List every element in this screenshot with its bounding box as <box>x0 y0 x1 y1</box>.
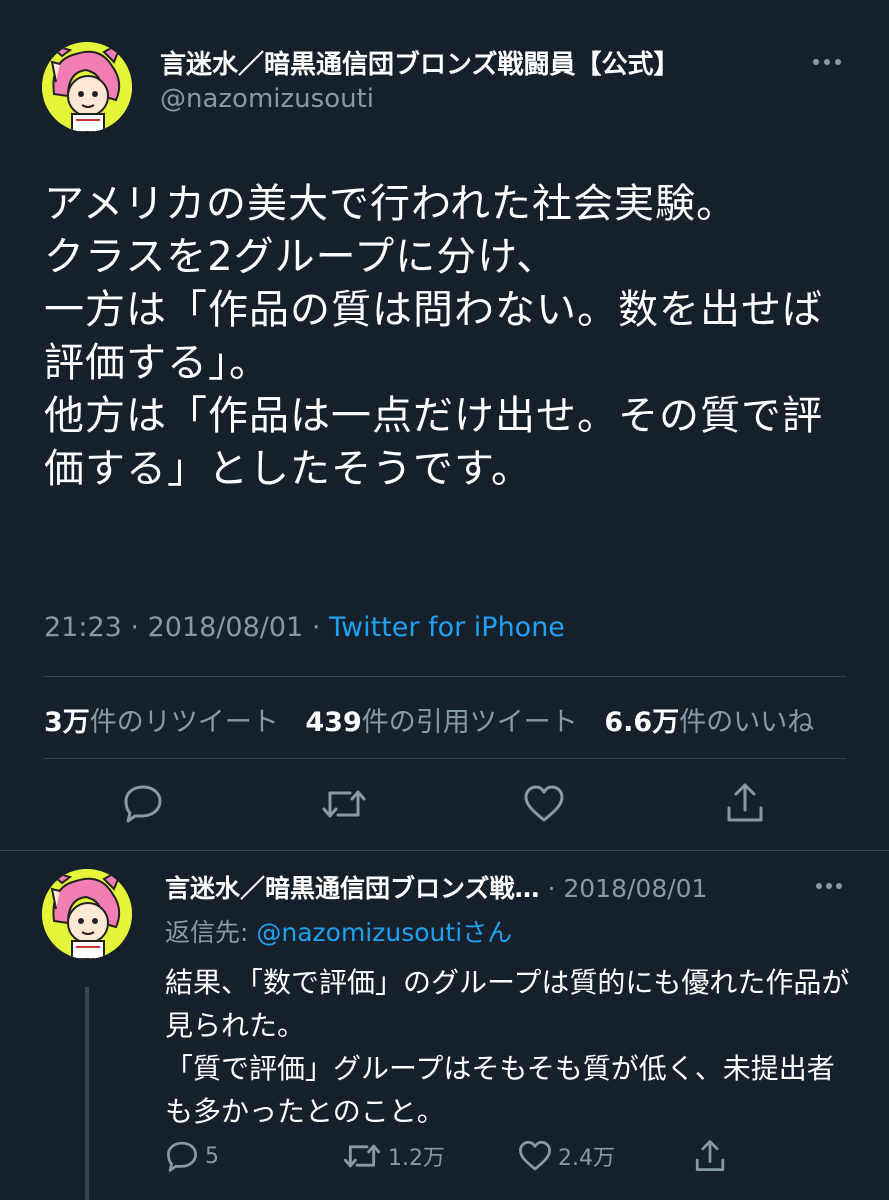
share-icon[interactable] <box>725 782 765 828</box>
retweet-count: 1.2万 <box>388 1146 445 1171</box>
reply-to-label: 返信先: <box>165 918 257 947</box>
author-handle[interactable]: @nazomizusouti <box>160 84 374 114</box>
like-count: 2.4万 <box>558 1146 615 1171</box>
reply-header: 言迷水／暗黒通信団ブロンズ戦… · 2018/08/01 <box>165 869 707 905</box>
author-name[interactable]: 言迷水／暗黒通信団ブロンズ戦闘員【公式】 <box>160 44 679 81</box>
more-horizontal-icon[interactable] <box>813 875 845 897</box>
retweet-icon <box>343 1144 381 1168</box>
author-avatar[interactable] <box>42 42 132 132</box>
thread-line <box>85 987 89 1200</box>
avatar-illustration <box>42 869 132 959</box>
reply-text: 結果、「数で評価」のグループは質的にも優れた作品が見られた。 「質で評価」グルー… <box>165 966 850 1128</box>
reply-share-button[interactable] <box>694 1139 732 1173</box>
quotes-count: 439 <box>305 707 362 738</box>
reply-to-line: 返信先: @nazomizusoutiさん <box>165 913 512 949</box>
retweet-icon[interactable] <box>320 785 368 827</box>
tweet-stats: 3万件のリツイート 439件の引用ツイート 6.6万件のいいね <box>44 700 832 739</box>
tweet-time[interactable]: 21:23 <box>44 612 122 643</box>
tweet-meta: 21:23 · 2018/08/01 · Twitter for iPhone <box>44 612 565 643</box>
reply-icon[interactable] <box>122 783 164 827</box>
reply-reply-button[interactable]: 5 <box>165 1139 219 1173</box>
reply-icon <box>167 1141 197 1172</box>
meta-separator: · <box>311 612 321 643</box>
likes-count: 6.6万 <box>604 707 680 738</box>
retweets-label: 件のリツイート <box>89 707 279 738</box>
tweet-source-link[interactable]: Twitter for iPhone <box>329 612 565 643</box>
tweet-date[interactable]: 2018/08/01 <box>148 612 304 643</box>
quotes-stat[interactable]: 439件の引用ツイート <box>305 707 577 738</box>
reply-to-suffix: さん <box>462 918 513 947</box>
quotes-label: 件の引用ツイート <box>361 707 578 738</box>
meta-separator: · <box>130 612 139 643</box>
main-tweet: 言迷水／暗黒通信団ブロンズ戦闘員【公式】 @nazomizusouti アメリカ… <box>0 0 889 850</box>
reply-date[interactable]: · 2018/08/01 <box>547 874 707 903</box>
reply-to-handle[interactable]: @nazomizusouti <box>256 918 462 947</box>
share-icon <box>695 1140 725 1171</box>
tweet-text: アメリカの美大で行われた社会実験。 クラスを2グループに分け、 一方は「作品の質… <box>44 181 823 492</box>
heart-icon[interactable] <box>523 785 565 827</box>
reply-author-avatar[interactable] <box>42 869 132 959</box>
more-horizontal-icon[interactable] <box>809 50 845 74</box>
retweets-stat[interactable]: 3万件のリツイート <box>44 707 279 738</box>
likes-label: 件のいいね <box>679 707 815 738</box>
likes-stat[interactable]: 6.6万件のいいね <box>604 707 814 738</box>
reply-count: 5 <box>205 1143 219 1169</box>
reply-retweet-button[interactable]: 1.2万 <box>342 1139 445 1173</box>
divider <box>44 758 846 759</box>
reply-tweet[interactable]: 言迷水／暗黒通信団ブロンズ戦… · 2018/08/01 返信先: @nazom… <box>0 851 889 1200</box>
reply-like-button[interactable]: 2.4万 <box>518 1139 615 1173</box>
heart-icon <box>519 1140 551 1171</box>
retweets-count: 3万 <box>44 707 90 738</box>
avatar-illustration <box>42 42 132 132</box>
divider <box>44 676 846 677</box>
reply-author-name[interactable]: 言迷水／暗黒通信団ブロンズ戦… <box>165 874 540 903</box>
